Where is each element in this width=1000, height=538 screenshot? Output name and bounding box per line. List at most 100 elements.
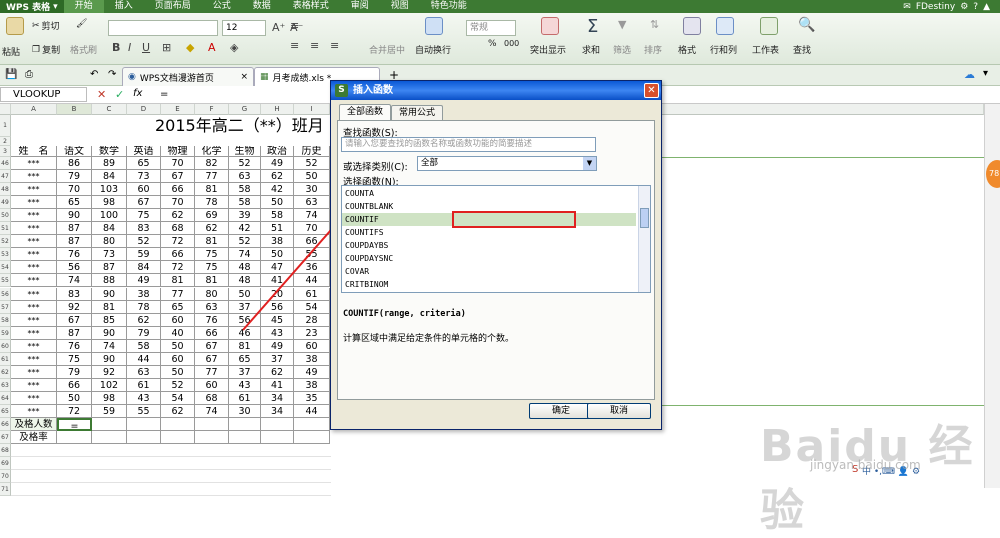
data-cell[interactable]: 56 bbox=[229, 313, 261, 327]
data-cell[interactable]: 66 bbox=[195, 326, 229, 340]
data-cell[interactable]: 46 bbox=[229, 326, 261, 340]
data-cell[interactable]: 60 bbox=[195, 378, 229, 392]
empty-cell[interactable] bbox=[92, 431, 127, 445]
data-cell[interactable]: 63 bbox=[127, 365, 161, 379]
tab-all-functions[interactable]: 全部函数 bbox=[339, 104, 392, 120]
data-cell[interactable]: 74 bbox=[229, 248, 261, 262]
border-icon[interactable]: ⊞ bbox=[162, 41, 171, 54]
data-cell[interactable]: 58 bbox=[261, 209, 294, 223]
data-cell[interactable]: 67 bbox=[127, 196, 161, 210]
data-cell[interactable]: 48 bbox=[229, 261, 261, 275]
data-cell[interactable]: 87 bbox=[92, 261, 127, 275]
data-cell[interactable]: 38 bbox=[127, 287, 161, 301]
data-cell[interactable]: 60 bbox=[294, 339, 330, 353]
close-icon[interactable]: × bbox=[240, 72, 248, 82]
data-cell[interactable]: 87 bbox=[57, 326, 92, 340]
data-cell[interactable]: 62 bbox=[195, 222, 229, 236]
data-cell[interactable]: 37 bbox=[229, 300, 261, 314]
tab-insert[interactable]: 插入 bbox=[104, 0, 144, 13]
row-header[interactable]: 71 bbox=[0, 483, 11, 497]
sum-button[interactable]: 求和 bbox=[582, 43, 600, 56]
data-cell[interactable]: *** bbox=[11, 183, 57, 197]
data-cell[interactable]: 70 bbox=[57, 183, 92, 197]
data-cell[interactable]: 49 bbox=[261, 157, 294, 171]
data-cell[interactable]: 43 bbox=[127, 391, 161, 405]
data-cell[interactable]: 79 bbox=[57, 365, 92, 379]
data-cell[interactable]: 74 bbox=[294, 209, 330, 223]
tab-review[interactable]: 审阅 bbox=[340, 0, 380, 13]
paste-button[interactable]: 粘贴 bbox=[2, 45, 20, 58]
data-cell[interactable]: 76 bbox=[57, 339, 92, 353]
row-header[interactable]: 64 bbox=[0, 391, 11, 405]
column-header[interactable]: I bbox=[294, 104, 330, 115]
empty-cell[interactable] bbox=[92, 418, 127, 432]
active-cell[interactable]: = bbox=[57, 418, 92, 432]
data-cell[interactable]: 50 bbox=[261, 248, 294, 262]
empty-cell[interactable] bbox=[161, 431, 195, 445]
data-cell[interactable]: 39 bbox=[229, 209, 261, 223]
data-cell[interactable]: 81 bbox=[161, 274, 195, 288]
close-dialog-button[interactable]: ✕ bbox=[644, 83, 659, 98]
data-cell[interactable]: 52 bbox=[161, 378, 195, 392]
data-cell[interactable]: 90 bbox=[57, 209, 92, 223]
worksheet-icon[interactable] bbox=[760, 17, 778, 35]
empty-cell[interactable] bbox=[294, 418, 330, 432]
clear-icon[interactable]: ◈ bbox=[230, 41, 238, 54]
data-cell[interactable]: 79 bbox=[57, 170, 92, 184]
data-cell[interactable]: 66 bbox=[161, 248, 195, 262]
data-cell[interactable]: 67 bbox=[161, 170, 195, 184]
pass-count-label[interactable]: 及格人数 bbox=[11, 418, 57, 432]
fill-color-icon[interactable]: ◆ bbox=[186, 41, 194, 54]
find-button[interactable]: 查找 bbox=[793, 43, 811, 56]
function-list[interactable]: COUNTA COUNTBLANK COUNTIF COUNTIFS COUPDAYBS… bbox=[341, 185, 651, 293]
paste-icon[interactable] bbox=[6, 17, 24, 35]
data-cell[interactable]: 74 bbox=[57, 274, 92, 288]
column-title-cell[interactable]: 语文 bbox=[57, 146, 92, 157]
font-color-icon[interactable]: A bbox=[208, 41, 216, 54]
column-header-rest[interactable] bbox=[662, 104, 984, 115]
data-cell[interactable]: 84 bbox=[92, 170, 127, 184]
empty-cell[interactable] bbox=[294, 431, 330, 445]
data-cell[interactable]: 102 bbox=[92, 378, 127, 392]
data-cell[interactable]: 90 bbox=[92, 352, 127, 366]
font-name-select[interactable] bbox=[108, 20, 218, 36]
data-cell[interactable]: 59 bbox=[127, 248, 161, 262]
row-header[interactable]: 63 bbox=[0, 378, 11, 392]
data-cell[interactable]: 56 bbox=[57, 261, 92, 275]
data-cell[interactable]: 65 bbox=[57, 196, 92, 210]
row-header[interactable]: 52 bbox=[0, 235, 11, 249]
data-cell[interactable]: *** bbox=[11, 235, 57, 249]
data-cell[interactable]: 51 bbox=[261, 222, 294, 236]
tab-page-layout[interactable]: 页面布局 bbox=[144, 0, 202, 13]
data-cell[interactable]: 67 bbox=[195, 339, 229, 353]
data-cell[interactable]: 23 bbox=[294, 326, 330, 340]
row-header[interactable]: 67 bbox=[0, 431, 11, 445]
data-cell[interactable]: 75 bbox=[195, 248, 229, 262]
data-cell[interactable]: *** bbox=[11, 404, 57, 418]
data-cell[interactable]: 63 bbox=[294, 196, 330, 210]
name-box[interactable]: VLOOKUP bbox=[0, 87, 87, 102]
data-cell[interactable]: 88 bbox=[92, 274, 127, 288]
data-cell[interactable]: 62 bbox=[127, 313, 161, 327]
data-cell[interactable]: 90 bbox=[92, 287, 127, 301]
data-cell[interactable]: 72 bbox=[161, 235, 195, 249]
column-header[interactable]: D bbox=[127, 104, 161, 115]
data-cell[interactable]: 44 bbox=[294, 274, 330, 288]
data-cell[interactable]: *** bbox=[11, 222, 57, 236]
row-header[interactable]: 59 bbox=[0, 326, 11, 340]
list-scrollbar[interactable] bbox=[638, 186, 650, 292]
formula-input[interactable]: = bbox=[156, 87, 336, 102]
data-cell[interactable]: 84 bbox=[127, 261, 161, 275]
user-name[interactable]: FDestiny bbox=[916, 2, 955, 12]
wrap-text-button[interactable]: 自动换行 bbox=[415, 43, 451, 56]
category-select[interactable]: 全部 ▼ bbox=[417, 156, 597, 171]
align-right-icon[interactable]: ≡ bbox=[330, 39, 339, 52]
confirm-formula-icon[interactable]: ✓ bbox=[115, 88, 124, 101]
data-cell[interactable]: 45 bbox=[261, 313, 294, 327]
empty-cell[interactable] bbox=[229, 431, 261, 445]
data-cell[interactable]: 49 bbox=[294, 365, 330, 379]
row-header[interactable]: 47 bbox=[0, 170, 11, 184]
italic-icon[interactable]: I bbox=[128, 41, 131, 54]
data-cell[interactable]: 36 bbox=[294, 261, 330, 275]
column-header[interactable]: H bbox=[261, 104, 294, 115]
